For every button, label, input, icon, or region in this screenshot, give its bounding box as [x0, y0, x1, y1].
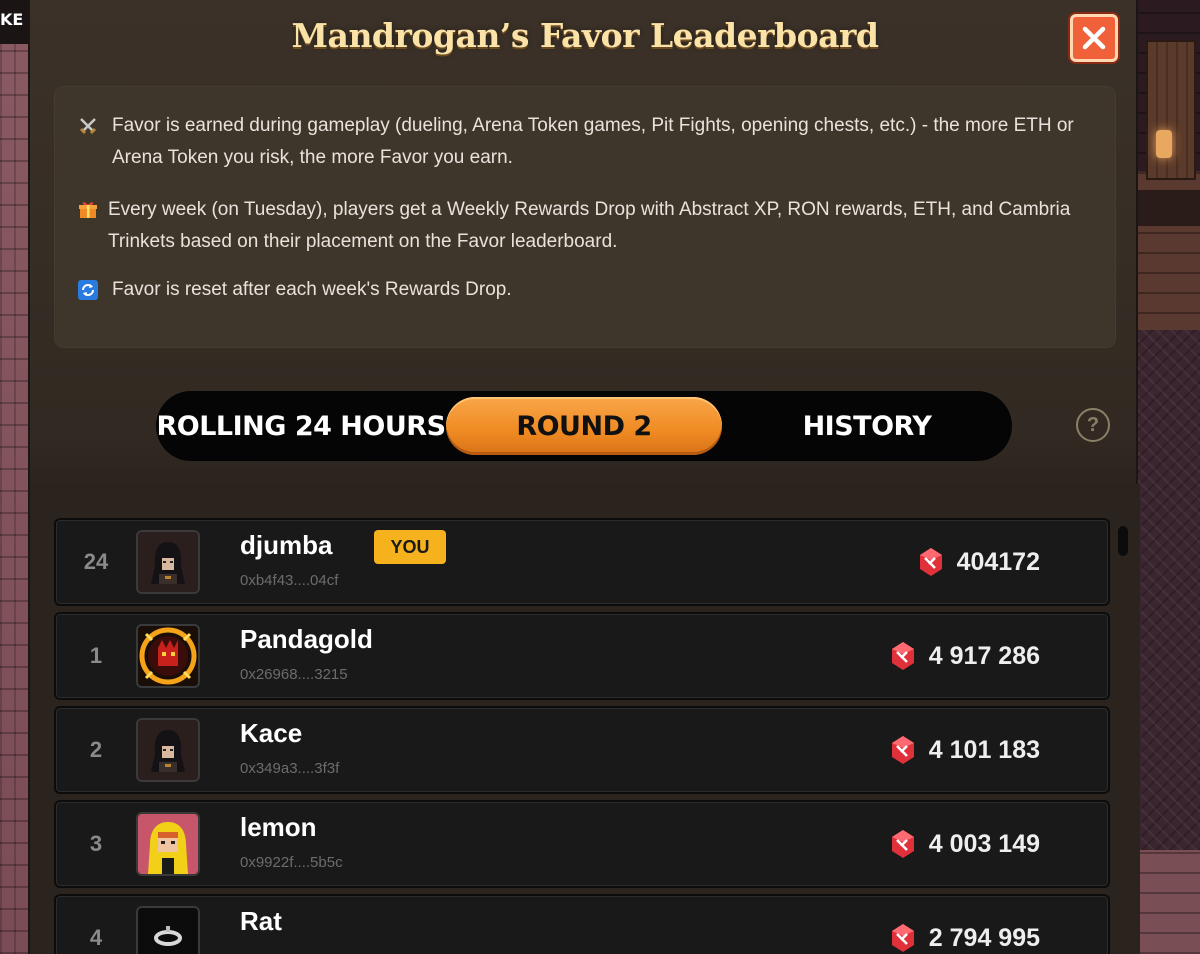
favor-score: 4 101 183 — [887, 708, 1040, 792]
tab-rolling-24-hours[interactable]: ROLLING 24 HOURS — [156, 391, 446, 461]
favor-info-panel: Favor is earned during gameplay (dueling… — [54, 86, 1116, 348]
leaderboard-row[interactable]: 4 Rat 2 794 995 — [54, 894, 1110, 954]
avatar — [136, 718, 200, 782]
favor-gem-icon — [891, 830, 914, 858]
period-tabs: ROLLING 24 HOURS ROUND 2 HISTORY — [156, 391, 1012, 461]
favor-score-value: 4 917 286 — [928, 641, 1040, 670]
ring-avatar-icon — [138, 908, 198, 954]
leaderboard-modal: Mandrogan’s Favor Leaderboard Favor is e… — [28, 0, 1140, 954]
you-badge: YOU — [374, 530, 446, 564]
favor-gem-icon — [891, 924, 914, 952]
favor-score: 4 003 149 — [887, 802, 1040, 886]
background-chain — [1138, 190, 1200, 226]
info-text-weekly-drop: Every week (on Tuesday), players get a W… — [108, 199, 1071, 252]
player-name: Pandagold — [240, 624, 373, 654]
wallet-address: 0x349a3....3f3f — [240, 760, 340, 777]
row-rank: 3 — [89, 831, 103, 856]
tab-round-2[interactable]: ROUND 2 — [446, 397, 722, 455]
player-name: djumba — [240, 530, 333, 560]
close-button[interactable] — [1070, 14, 1118, 62]
info-item-earning: Favor is earned during gameplay (dueling… — [78, 110, 1088, 174]
favor-score-value: 4 003 149 — [928, 829, 1040, 858]
info-item-weekly-drop: Every week (on Tuesday), players get a W… — [78, 194, 1088, 258]
scrollbar-thumb[interactable] — [1118, 526, 1128, 556]
leaderboard-row[interactable]: 3 lemon 0x9922f....5b5c 4 003 149 — [54, 800, 1110, 888]
row-rank: 24 — [83, 549, 109, 574]
wallet-address: 0x9922f....5b5c — [240, 854, 343, 871]
favor-gem-icon — [919, 548, 942, 576]
tab-history[interactable]: HISTORY — [722, 391, 1012, 461]
leaderboard-row[interactable]: 2 Kace 0x349a3....3f3f 4 101 183 — [54, 706, 1110, 794]
modal-header: Mandrogan’s Favor Leaderboard — [30, 0, 1140, 80]
wallet-address: 0x26968....3215 — [240, 666, 348, 683]
favor-score: 2 794 995 — [887, 896, 1040, 954]
player-name: lemon — [240, 812, 317, 842]
gift-icon — [78, 200, 98, 220]
avatar — [136, 624, 200, 688]
close-icon — [1082, 26, 1106, 50]
background-door — [1146, 40, 1196, 180]
crossed-swords-icon — [78, 116, 98, 136]
refresh-icon — [78, 280, 98, 300]
row-rank: 1 — [89, 643, 103, 668]
help-icon[interactable]: ? — [1076, 408, 1110, 442]
leaderboard-row-current-user[interactable]: 24 djumba YOU 0xb4f43....04cf 404172 — [54, 518, 1110, 606]
player-name: Kace — [240, 718, 303, 748]
player-name: Rat — [240, 906, 282, 936]
dark-hooded-avatar-icon — [138, 720, 198, 780]
row-rank: 2 — [89, 737, 103, 762]
info-text-reset: Favor is reset after each week's Rewards… — [112, 279, 512, 300]
dark-hooded-avatar-icon — [138, 532, 198, 592]
avatar — [136, 812, 200, 876]
yellow-raincoat-avatar-icon — [138, 814, 198, 874]
avatar — [136, 530, 200, 594]
fire-creature-avatar-icon — [138, 626, 198, 686]
favor-score-value: 2 794 995 — [928, 923, 1040, 952]
row-rank: 4 — [89, 925, 103, 950]
wallet-address: 0xb4f43....04cf — [240, 572, 339, 589]
background-floor — [1138, 330, 1200, 850]
background-lamp — [1156, 130, 1172, 158]
leaderboard-row[interactable]: 1 Pandagold 0x26968....3215 4 917 286 — [54, 612, 1110, 700]
info-text-earning: Favor is earned during gameplay (dueling… — [112, 115, 1074, 168]
modal-title: Mandrogan’s Favor Leaderboard — [291, 16, 879, 55]
favor-gem-icon — [891, 642, 914, 670]
info-item-reset: Favor is reset after each week's Rewards… — [78, 274, 1088, 306]
favor-score-value: 404172 — [956, 547, 1040, 576]
favor-gem-icon — [891, 736, 914, 764]
game-background-label: KE — [0, 0, 28, 44]
favor-score-value: 4 101 183 — [928, 735, 1040, 764]
avatar — [136, 906, 200, 954]
favor-score: 404172 — [915, 520, 1040, 604]
game-background-right — [1138, 0, 1200, 954]
favor-score: 4 917 286 — [887, 614, 1040, 698]
game-background-left — [0, 0, 28, 954]
